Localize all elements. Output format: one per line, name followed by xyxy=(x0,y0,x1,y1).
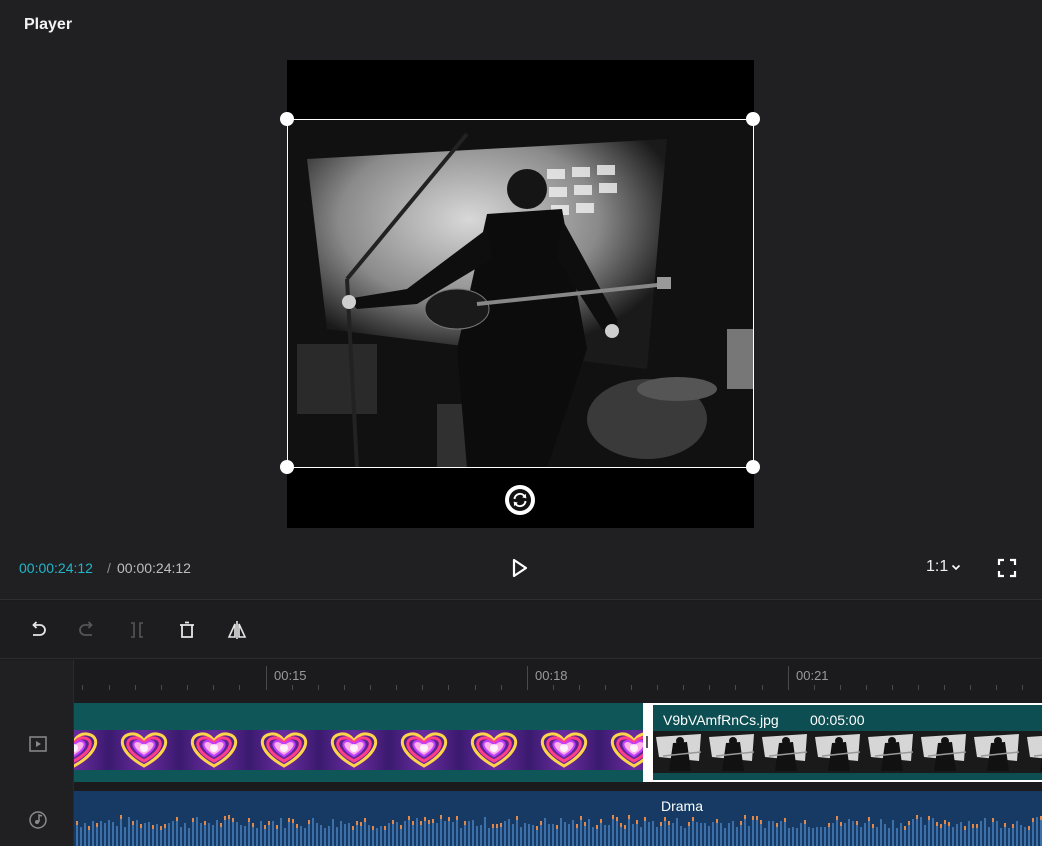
timecode-separator: / xyxy=(107,560,111,576)
fullscreen-icon xyxy=(997,558,1017,578)
ruler-tick xyxy=(970,685,971,690)
resize-handle-bottom-left[interactable] xyxy=(280,460,294,474)
player-panel: Player 00:00:24:12 / 00:00:24:12 1:1 xyxy=(0,0,1042,600)
ruler-tick xyxy=(735,685,736,690)
clip-thumbnails xyxy=(74,730,644,770)
redo-button[interactable] xyxy=(75,618,99,642)
resize-handle-top-left[interactable] xyxy=(280,112,294,126)
ruler-tick xyxy=(422,685,423,690)
delete-icon xyxy=(180,621,194,638)
preview-canvas[interactable] xyxy=(280,60,760,528)
clip-thumbnails xyxy=(653,731,1042,773)
video-track-icon xyxy=(29,736,47,752)
ruler-tick xyxy=(762,685,763,690)
ruler-tick xyxy=(892,685,893,690)
ruler-tick xyxy=(553,685,554,690)
ruler-tick xyxy=(579,685,580,690)
ruler-tick xyxy=(82,685,83,690)
ruler-tick xyxy=(944,685,945,690)
ruler-tick xyxy=(396,685,397,690)
undo-icon xyxy=(32,621,46,636)
audio-waveform xyxy=(76,815,1042,846)
playback-bar: 00:00:24:12 / 00:00:24:12 1:1 xyxy=(0,548,1042,588)
clip-name: V9bVAmfRnCs.jpg xyxy=(663,712,779,728)
ruler-label: 00:21 xyxy=(796,668,829,683)
ruler-tick xyxy=(448,685,449,690)
mirror-icon xyxy=(227,621,247,639)
play-icon xyxy=(512,558,528,578)
redo-icon xyxy=(79,621,93,636)
ruler-tick xyxy=(370,685,371,690)
ruler-tick xyxy=(501,685,502,690)
ruler-tick xyxy=(527,666,528,690)
audio-clip-name: Drama xyxy=(661,798,704,814)
ruler-tick xyxy=(187,685,188,690)
player-title: Player xyxy=(24,16,73,33)
audio-track-icon xyxy=(29,811,47,829)
track-headers xyxy=(0,660,74,846)
aspect-ratio-value: 1:1 xyxy=(926,558,949,575)
ruler-tick xyxy=(657,685,658,690)
ruler-label: 00:15 xyxy=(274,668,307,683)
ruler-label: 00:18 xyxy=(535,668,568,683)
fullscreen-button[interactable] xyxy=(996,557,1018,579)
undo-button[interactable] xyxy=(26,618,50,642)
ruler-tick xyxy=(239,685,240,690)
ruler-tick xyxy=(996,685,997,690)
ruler-tick xyxy=(161,685,162,690)
ruler-tick xyxy=(213,685,214,690)
ruler-tick xyxy=(266,666,267,690)
ruler-tick xyxy=(840,685,841,690)
mirror-button[interactable] xyxy=(225,618,249,642)
rotate-icon xyxy=(509,489,531,511)
resize-handle-bottom-right[interactable] xyxy=(746,460,760,474)
ruler-tick xyxy=(788,666,789,690)
ruler-tick xyxy=(814,685,815,690)
timeline-panel: 00:15 00:18 00:21 V9bVAmfRnCs.jpg 00:05:… xyxy=(0,660,1042,846)
video-clip-hearts[interactable] xyxy=(74,703,644,782)
ruler-tick xyxy=(918,685,919,690)
resize-handle-top-right[interactable] xyxy=(746,112,760,126)
rotate-button[interactable] xyxy=(505,485,535,515)
ruler-tick xyxy=(631,685,632,690)
audio-clip[interactable]: Drama xyxy=(74,791,1042,846)
clip-duration: 00:05:00 xyxy=(810,712,865,728)
ruler-tick xyxy=(1022,685,1023,690)
split-button[interactable] xyxy=(125,618,149,642)
ruler-tick xyxy=(344,685,345,690)
ruler-tick xyxy=(683,685,684,690)
ruler-tick xyxy=(866,685,867,690)
total-timecode: 00:00:24:12 xyxy=(117,560,191,576)
chevron-down-icon xyxy=(952,564,961,571)
ruler-tick xyxy=(135,685,136,690)
ruler-tick xyxy=(475,685,476,690)
play-button[interactable] xyxy=(508,557,530,579)
aspect-ratio-select[interactable]: 1:1 xyxy=(926,558,961,576)
delete-button[interactable] xyxy=(175,618,199,642)
time-ruler[interactable]: 00:15 00:18 00:21 xyxy=(74,660,1042,690)
video-clip-photo[interactable]: V9bVAmfRnCs.jpg 00:05:00 xyxy=(643,703,1042,782)
ruler-tick xyxy=(292,685,293,690)
preview-image[interactable] xyxy=(287,119,754,468)
ruler-tick xyxy=(318,685,319,690)
split-icon xyxy=(131,622,143,638)
ruler-tick xyxy=(709,685,710,690)
current-timecode: 00:00:24:12 xyxy=(19,560,93,576)
edit-toolbar xyxy=(0,601,1042,659)
clip-trim-handle[interactable] xyxy=(643,703,653,782)
ruler-tick xyxy=(109,685,110,690)
ruler-tick xyxy=(605,685,606,690)
